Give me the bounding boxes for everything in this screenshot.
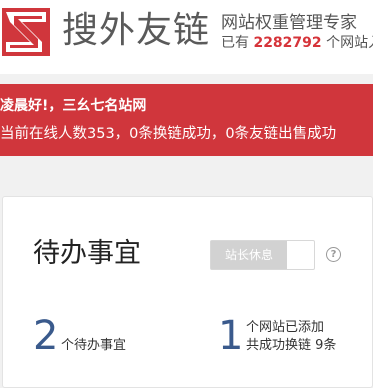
sites-count[interactable]: 1 xyxy=(218,314,243,358)
brand-name[interactable]: 搜外友链 xyxy=(62,8,210,54)
online-stats-text: 当前在线人数353，0条换链成功，0条友链出售成功 xyxy=(0,126,337,142)
webmaster-rest-toggle[interactable]: 站长休息 xyxy=(210,240,315,270)
site-count-value: 2282792 xyxy=(253,35,322,51)
sites-label-line1: 个网站已添加 xyxy=(246,320,325,335)
welcome-banner: 凌晨好!，三幺七名站网 当前在线人数353，0条换链成功，0条友链出售成功 xyxy=(0,84,373,156)
todo-card: 待办事宜 站长休息 ? 2 个待办事宜 1 个网站已添加 共成功换链 9条 xyxy=(2,196,373,388)
card-title: 待办事宜 xyxy=(33,238,141,269)
site-count-line: 已有 2282792 个网站入 xyxy=(221,34,373,52)
site-header: 搜外友链 网站权重管理专家 已有 2282792 个网站入 xyxy=(0,0,373,74)
todo-label: 个待办事宜 xyxy=(61,338,127,353)
tagline: 网站权重管理专家 xyxy=(221,13,357,33)
help-icon[interactable]: ? xyxy=(326,247,341,262)
site-count-suffix: 个网站入 xyxy=(326,35,373,51)
logo-icon[interactable] xyxy=(2,8,50,56)
greeting-text: 凌晨好!，三幺七名站网 xyxy=(0,98,147,114)
toggle-label: 站长休息 xyxy=(211,241,287,269)
todo-count[interactable]: 2 xyxy=(33,314,58,358)
sites-label-line2: 共成功换链 9条 xyxy=(246,338,337,353)
site-count-prefix: 已有 xyxy=(221,35,249,51)
